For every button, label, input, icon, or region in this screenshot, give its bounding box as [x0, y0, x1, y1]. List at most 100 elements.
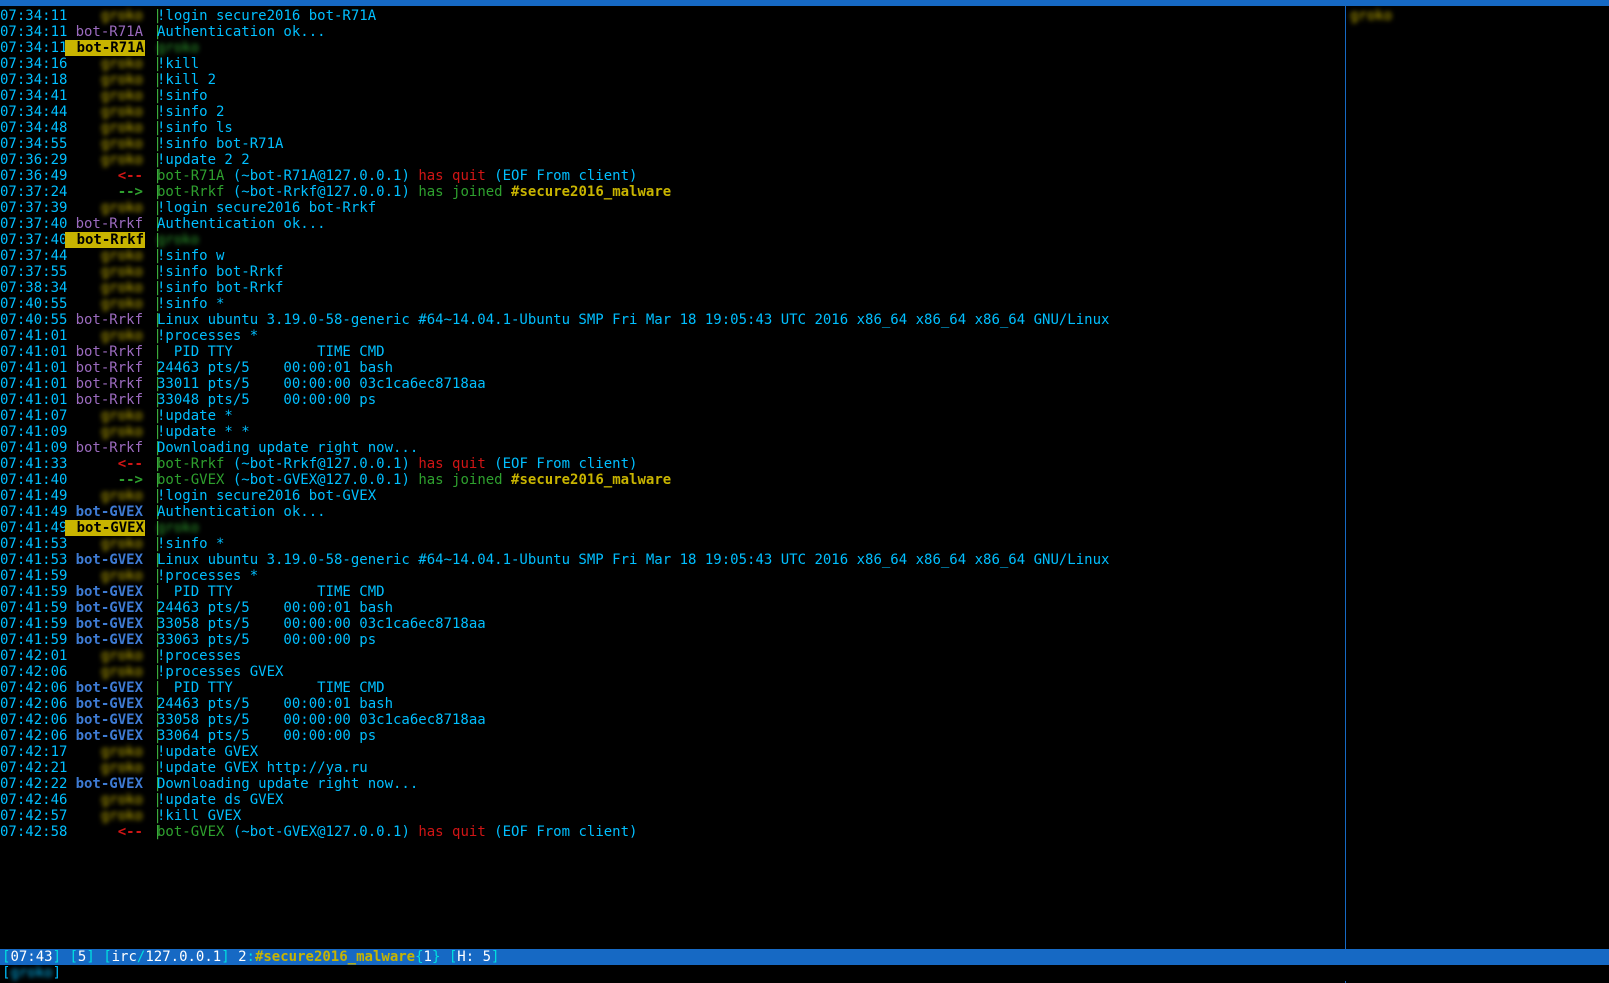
chat-line: 07:41:53groko | !sinfo *	[0, 536, 1345, 552]
chat-line: 07:41:59bot-GVEX | PID TTY TIME CMD	[0, 584, 1345, 600]
nick: bot-GVEX	[65, 584, 145, 600]
separator: |	[145, 568, 157, 584]
timestamp: 07:41:09	[0, 424, 65, 440]
timestamp: 07:40:55	[0, 312, 65, 328]
timestamp: 07:41:01	[0, 328, 65, 344]
nick: groko	[65, 408, 145, 424]
message: 24463 pts/5 00:00:01 bash	[157, 696, 1345, 712]
chat-line: 07:41:09groko | !update * *	[0, 424, 1345, 440]
message: !kill	[157, 56, 1345, 72]
timestamp: 07:42:22	[0, 776, 65, 792]
separator: |	[145, 552, 157, 568]
separator: |	[145, 8, 157, 24]
nick: bot-GVEX	[65, 504, 145, 520]
timestamp: 07:41:01	[0, 392, 65, 408]
timestamp: 07:42:58	[0, 824, 65, 840]
chat-buffer[interactable]: 07:34:11groko | !login secure2016 bot-R7…	[0, 6, 1345, 983]
chat-line: 07:34:55groko | !sinfo bot-R71A	[0, 136, 1345, 152]
message: !sinfo ls	[157, 120, 1345, 136]
message: !kill 2	[157, 72, 1345, 88]
timestamp: 07:41:40	[0, 472, 65, 488]
separator: |	[145, 296, 157, 312]
timestamp: 07:41:33	[0, 456, 65, 472]
nick: bot-Rrkf	[65, 360, 145, 376]
timestamp: 07:34:48	[0, 120, 65, 136]
chat-line: 07:37:39groko | !login secure2016 bot-Rr…	[0, 200, 1345, 216]
nick: groko	[65, 72, 145, 88]
nick: bot-Rrkf	[65, 392, 145, 408]
message: groko	[157, 232, 1345, 248]
chat-line: 07:42:01groko | !processes	[0, 648, 1345, 664]
message: bot-R71A (~bot-R71A@127.0.0.1) has quit …	[157, 168, 1345, 184]
chat-line: 07:41:07groko | !update *	[0, 408, 1345, 424]
separator: |	[145, 456, 157, 472]
timestamp: 07:42:06	[0, 680, 65, 696]
chat-line: 07:42:58<-- | bot-GVEX (~bot-GVEX@127.0.…	[0, 824, 1345, 840]
nick: groko	[65, 56, 145, 72]
separator: |	[145, 200, 157, 216]
message: 33063 pts/5 00:00:00 ps	[157, 632, 1345, 648]
nick: bot-GVEX	[65, 696, 145, 712]
chat-line: 07:40:55groko | !sinfo *	[0, 296, 1345, 312]
timestamp: 07:34:55	[0, 136, 65, 152]
timestamp: 07:41:59	[0, 632, 65, 648]
chat-line: 07:41:59bot-GVEX | 24463 pts/5 00:00:01 …	[0, 600, 1345, 616]
separator: |	[145, 792, 157, 808]
nicklist-item[interactable]: groko	[1350, 8, 1605, 24]
chat-line: 07:37:55groko | !sinfo bot-Rrkf	[0, 264, 1345, 280]
separator: |	[145, 680, 157, 696]
message: Authentication ok...	[157, 24, 1345, 40]
separator: |	[145, 712, 157, 728]
timestamp: 07:42:06	[0, 712, 65, 728]
status-bar: [07:43] [5] [irc/127.0.0.1] 2:#secure201…	[0, 949, 1609, 965]
message: PID TTY TIME CMD	[157, 344, 1345, 360]
separator: |	[145, 424, 157, 440]
message: bot-GVEX (~bot-GVEX@127.0.0.1) has joine…	[157, 472, 1345, 488]
message: !processes *	[157, 568, 1345, 584]
timestamp: 07:37:44	[0, 248, 65, 264]
timestamp: 07:42:01	[0, 648, 65, 664]
separator: |	[145, 472, 157, 488]
message: !sinfo bot-Rrkf	[157, 280, 1345, 296]
nick: groko	[65, 104, 145, 120]
separator: |	[145, 408, 157, 424]
timestamp: 07:42:46	[0, 792, 65, 808]
message: 24463 pts/5 00:00:01 bash	[157, 600, 1345, 616]
message: Downloading update right now...	[157, 776, 1345, 792]
nick: groko	[65, 744, 145, 760]
separator: |	[145, 664, 157, 680]
nick: groko	[65, 88, 145, 104]
chat-line: 07:38:34groko | !sinfo bot-Rrkf	[0, 280, 1345, 296]
chat-line: 07:41:49groko | !login secure2016 bot-GV…	[0, 488, 1345, 504]
separator: |	[145, 280, 157, 296]
nick: groko	[65, 536, 145, 552]
nick: groko	[65, 648, 145, 664]
chat-line: 07:42:57groko | !kill GVEX	[0, 808, 1345, 824]
separator: |	[145, 616, 157, 632]
input-line[interactable]: [groko]	[0, 965, 1609, 981]
separator: |	[145, 120, 157, 136]
timestamp: 07:41:49	[0, 520, 65, 536]
timestamp: 07:34:44	[0, 104, 65, 120]
separator: |	[145, 744, 157, 760]
message: bot-GVEX (~bot-GVEX@127.0.0.1) has quit …	[157, 824, 1345, 840]
separator: |	[145, 696, 157, 712]
chat-line: 07:41:01bot-Rrkf | 33011 pts/5 00:00:00 …	[0, 376, 1345, 392]
message: !sinfo bot-R71A	[157, 136, 1345, 152]
separator: |	[145, 184, 157, 200]
message: !kill GVEX	[157, 808, 1345, 824]
timestamp: 07:41:59	[0, 584, 65, 600]
message: !login secure2016 bot-Rrkf	[157, 200, 1345, 216]
message: !processes	[157, 648, 1345, 664]
nick: bot-Rrkf	[65, 232, 145, 248]
chat-line: 07:34:18groko | !kill 2	[0, 72, 1345, 88]
separator: |	[145, 440, 157, 456]
separator: |	[145, 392, 157, 408]
nicklist-panel[interactable]: groko	[1345, 6, 1609, 983]
separator: |	[145, 808, 157, 824]
nick: <--	[65, 456, 145, 472]
timestamp: 07:42:21	[0, 760, 65, 776]
chat-line: 07:42:06groko | !processes GVEX	[0, 664, 1345, 680]
separator: |	[145, 312, 157, 328]
message: !processes GVEX	[157, 664, 1345, 680]
